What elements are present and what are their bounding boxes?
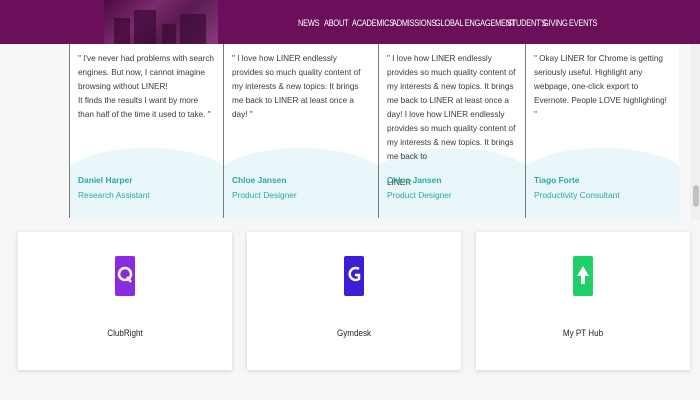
testimonial-quote: " Okay LINER for Chrome is getting serio…: [534, 54, 667, 119]
nav-global-engagement[interactable]: GLOBAL ENGAGEMENT: [435, 13, 515, 31]
nav-giving[interactable]: GIVING: [543, 13, 568, 31]
nav-academics[interactable]: ACADEMICS: [352, 13, 394, 31]
testimonial-author: Chloe Jansen: [232, 175, 287, 185]
testimonial-card: " I love how LINER endlessly provides so…: [378, 44, 525, 218]
scrollbar-thumb[interactable]: [693, 185, 699, 207]
testimonial-role: Research Assistant: [78, 190, 150, 200]
testimonial-quote: " I love how LINER endlessly provides so…: [232, 54, 361, 119]
main-nav: NEWS ABOUT ACADEMICS ADMISSIONS GLOBAL E…: [298, 0, 597, 44]
apps-section: ClubRight Gymdesk My PT Hub: [0, 220, 700, 400]
app-name: ClubRight: [107, 328, 143, 339]
testimonial-role: Productivity Consultant: [534, 190, 620, 200]
top-navigation-bar: NEWS ABOUT ACADEMICS ADMISSIONS GLOBAL E…: [0, 0, 700, 44]
app-name: Gymdesk: [336, 328, 372, 339]
campus-banner-image[interactable]: [104, 0, 218, 44]
nav-admissions[interactable]: ADMISSIONS: [392, 13, 436, 31]
gymdesk-g-icon: [343, 252, 365, 300]
testimonial-role: Product Designer: [232, 190, 297, 200]
nav-students[interactable]: STUDENT'S: [507, 13, 546, 31]
clubright-q-icon: [114, 252, 136, 300]
testimonial-card: " I've never had problems with search en…: [69, 44, 223, 218]
testimonial-quote: " I've never had problems with search en…: [78, 54, 214, 119]
testimonial-quote: " I love how LINER endlessly provides so…: [387, 54, 516, 161]
app-name: My PT Hub: [562, 328, 604, 339]
testimonials-section: " I've never had problems with search en…: [0, 44, 700, 220]
testimonial-card: " I love how LINER endlessly provides so…: [223, 44, 378, 218]
testimonial-author: Daniel Harper: [78, 175, 133, 185]
nav-news[interactable]: NEWS: [298, 13, 320, 31]
mypthub-arrow-icon: [572, 252, 594, 300]
testimonial-author: Tiago Forte: [534, 175, 580, 185]
testimonial-role: Product Designer: [387, 190, 452, 200]
testimonial-card: " Okay LINER for Chrome is getting serio…: [525, 44, 679, 218]
scrollbar-track[interactable]: [690, 44, 700, 220]
nav-about[interactable]: ABOUT: [324, 13, 349, 31]
app-card-mypthub[interactable]: My PT Hub: [476, 232, 690, 370]
app-card-clubright[interactable]: ClubRight: [18, 232, 232, 370]
app-card-gymdesk[interactable]: Gymdesk: [247, 232, 461, 370]
testimonial-author: Chloe Jansen: [387, 175, 442, 185]
nav-events[interactable]: EVENTS: [569, 13, 597, 31]
